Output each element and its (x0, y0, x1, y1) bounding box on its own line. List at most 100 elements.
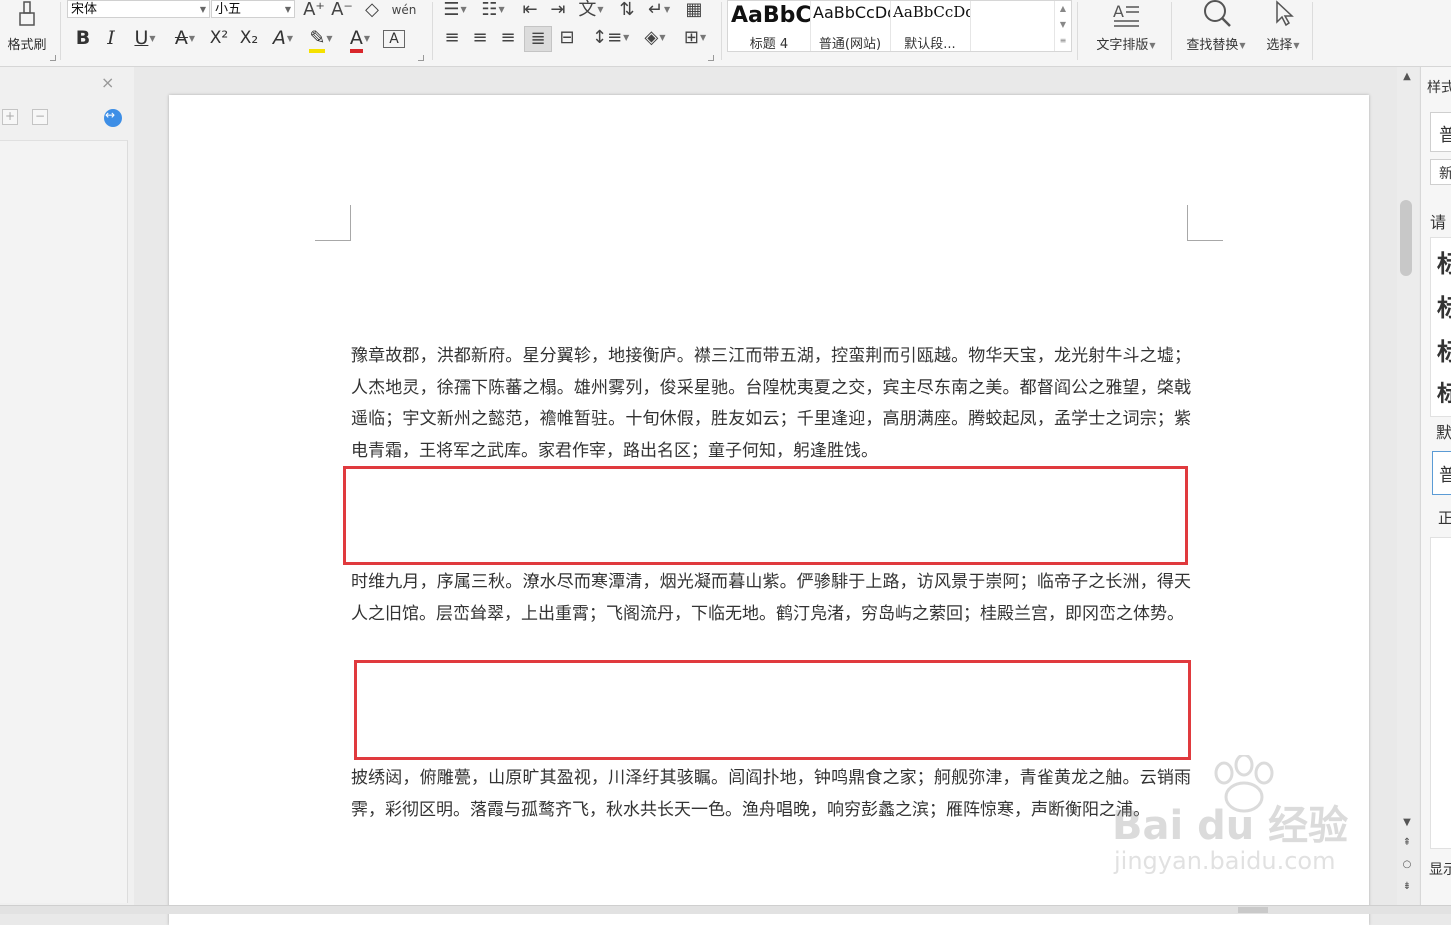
font-size-select[interactable]: 小五 ▼ (211, 0, 295, 18)
show-option-label[interactable]: 显示 (1429, 859, 1451, 879)
sort-icon[interactable]: ⇅ (616, 0, 638, 20)
find-replace-button[interactable]: 查找替换▼ (1178, 0, 1254, 60)
font-color-button[interactable]: A▼ (342, 26, 378, 53)
underline-button[interactable]: U▼ (127, 26, 163, 50)
current-style-box[interactable]: 普 (1430, 112, 1451, 152)
text-layout-label: 文字排版▼ (1096, 38, 1156, 53)
strikethrough-glyph: A (174, 27, 188, 49)
collapse-all-icon[interactable]: − (32, 109, 48, 125)
gallery-scroll-buttons[interactable]: ▲ ▼ ≡ (1054, 1, 1071, 51)
normal-style-item[interactable]: 普 (1432, 451, 1451, 495)
chevron-down-icon[interactable]: ▼ (1055, 17, 1071, 33)
horizontal-scroll-thumb[interactable] (1238, 907, 1268, 913)
format-painter-label: 格式刷 (7, 38, 47, 53)
highlight-box-1 (343, 466, 1188, 565)
body-style-item[interactable]: 正 (1438, 507, 1451, 528)
toggle-view-icon[interactable] (104, 108, 122, 127)
increase-indent-icon[interactable]: ⇥ (546, 0, 570, 20)
line-spacing-icon[interactable]: ↕≡▼ (592, 28, 629, 48)
justify-icon[interactable]: ≣ (524, 26, 552, 52)
styles-gallery: AaBbC 标题 4 AaBbCcDd 普通(网站) AaBbCcDd 默认段.… (727, 0, 1072, 52)
vertical-scrollbar[interactable]: ▲ ▼ ⇞ ○ ⇟ (1397, 67, 1419, 905)
preview-heading[interactable]: 标 (1437, 376, 1451, 408)
style-list-scroll-area[interactable] (1430, 537, 1451, 849)
char-border-button[interactable]: A (383, 30, 405, 48)
format-painter-button[interactable]: 格式刷 (2, 0, 52, 60)
margin-corner-mark (1187, 205, 1223, 241)
style-name: 默认段... (904, 37, 956, 51)
next-page-icon[interactable]: ⇟ (1399, 881, 1415, 892)
font-color-icon: A (349, 27, 363, 53)
paragraph-2[interactable]: 时维九月，序属三秋。潦水尽而寒潭清，烟光凝而暮山紫。俨骖騑于上路，访风景于崇阿；… (351, 567, 1191, 630)
margin-corner-mark (315, 205, 351, 241)
eraser-icon[interactable]: ◇ (360, 0, 384, 20)
expand-all-icon[interactable]: + (2, 109, 18, 125)
style-default-para[interactable]: AaBbCcDd 默认段... (890, 1, 971, 51)
normal-style-label: 普 (1439, 461, 1451, 487)
preview-heading[interactable]: 标 (1437, 332, 1451, 367)
paragraph-1[interactable]: 豫章故郡，洪都新府。星分翼轸，地接衡庐。襟三江而带五湖，控蛮荆而引瓯越。物华天宝… (351, 341, 1191, 467)
scroll-down-icon[interactable]: ▼ (1399, 817, 1415, 828)
align-right-icon[interactable]: ≡ (496, 28, 520, 48)
superscript-button[interactable]: X² (205, 26, 233, 50)
clipboard-group-launcher[interactable] (50, 55, 56, 61)
shading-icon[interactable]: ◈▼ (640, 28, 670, 48)
font-name-select[interactable]: 宋体 ▼ (67, 0, 210, 18)
style-heading4[interactable]: AaBbC 标题 4 (728, 1, 811, 51)
chevron-down-icon: ▼ (188, 33, 196, 43)
italic-button[interactable]: I (100, 26, 122, 50)
distributed-align-icon[interactable]: ⊟ (555, 28, 579, 48)
find-replace-label: 查找替换▼ (1186, 38, 1246, 53)
style-normal-web[interactable]: AaBbCcDd 普通(网站) (810, 1, 891, 51)
font-size-value: 小五 (215, 2, 242, 17)
subscript-button[interactable]: X₂ (235, 26, 263, 50)
style-name: 普通(网站) (818, 37, 882, 51)
preview-heading[interactable]: 标 (1437, 288, 1451, 323)
style-preview-list[interactable]: 标 标 标 标 (1430, 237, 1451, 417)
chevron-up-icon[interactable]: ▲ (1055, 1, 1071, 17)
table-grid-icon[interactable]: ▦ (682, 0, 706, 20)
phonetic-guide-icon[interactable]: wén (387, 0, 421, 20)
magnifier-icon (1204, 0, 1231, 27)
text-effect-button[interactable]: A▼ (265, 26, 301, 50)
new-style-button[interactable]: 新 (1430, 159, 1451, 185)
scroll-up-icon[interactable]: ▲ (1399, 71, 1415, 82)
font-grow-icon[interactable]: A⁺ (302, 0, 326, 20)
font-group-launcher[interactable] (418, 55, 424, 61)
align-left-icon[interactable]: ≡ (440, 28, 464, 48)
highlight-button[interactable]: ✎▼ (303, 26, 339, 53)
default-style-item[interactable]: 默 (1436, 419, 1451, 443)
ribbon-toolbar: 格式刷 宋体 ▼ 小五 ▼ A⁺ A⁻ ◇ wén B I U▼ A▼ X² X… (0, 0, 1451, 67)
show-marks-icon[interactable]: ↵▼ (644, 0, 674, 20)
decrease-indent-icon[interactable]: ⇤ (518, 0, 542, 20)
close-icon[interactable]: × (101, 73, 114, 92)
previous-page-icon[interactable]: ⇞ (1399, 837, 1415, 848)
style-sample: AaBbC (731, 3, 811, 28)
chinese-layout-icon[interactable]: 文▼ (576, 0, 606, 20)
styles-task-pane: 样式 普 新 请 标 标 标 标 默 普 正 显示 (1420, 67, 1451, 905)
chevron-down-icon: ▼ (284, 5, 291, 14)
style-sample: AaBbCcDd (893, 3, 971, 21)
bullet-list-icon[interactable]: ☰▼ (440, 0, 470, 20)
font-name-value: 宋体 (71, 2, 98, 17)
navigation-outline-area[interactable] (0, 140, 128, 903)
browse-object-icon[interactable]: ○ (1399, 859, 1415, 870)
select-button[interactable]: 选择▼ (1258, 0, 1308, 60)
bold-button[interactable]: B (72, 26, 94, 50)
align-center-icon[interactable]: ≡ (468, 28, 492, 48)
font-shrink-icon[interactable]: A⁻ (330, 0, 354, 20)
gallery-more-icon[interactable]: ≡ (1055, 33, 1071, 49)
watermark-url: jingyan.baidu.com (1114, 847, 1336, 875)
numbered-list-icon[interactable]: ☷▼ (478, 0, 508, 20)
paragraph-3[interactable]: 披绣闼，俯雕甍，山原旷其盈视，川泽纡其骇瞩。闾阎扑地，钟鸣鼎食之家；舸舰弥津，青… (351, 763, 1191, 826)
paragraph-group-launcher[interactable] (708, 55, 714, 61)
chevron-down-icon: ▼ (149, 33, 156, 43)
text-layout-button[interactable]: A 文字排版▼ (1084, 0, 1168, 60)
strikethrough-button[interactable]: A▼ (167, 26, 203, 50)
scrollbar-thumb[interactable] (1400, 200, 1412, 276)
highlight-box-2 (354, 660, 1191, 760)
preview-heading[interactable]: 标 (1437, 244, 1451, 279)
watermark-brand: Bai du 经验 (1112, 803, 1349, 849)
style-sample: AaBbCcDd (813, 3, 891, 22)
borders-icon[interactable]: ⊞▼ (678, 28, 712, 48)
